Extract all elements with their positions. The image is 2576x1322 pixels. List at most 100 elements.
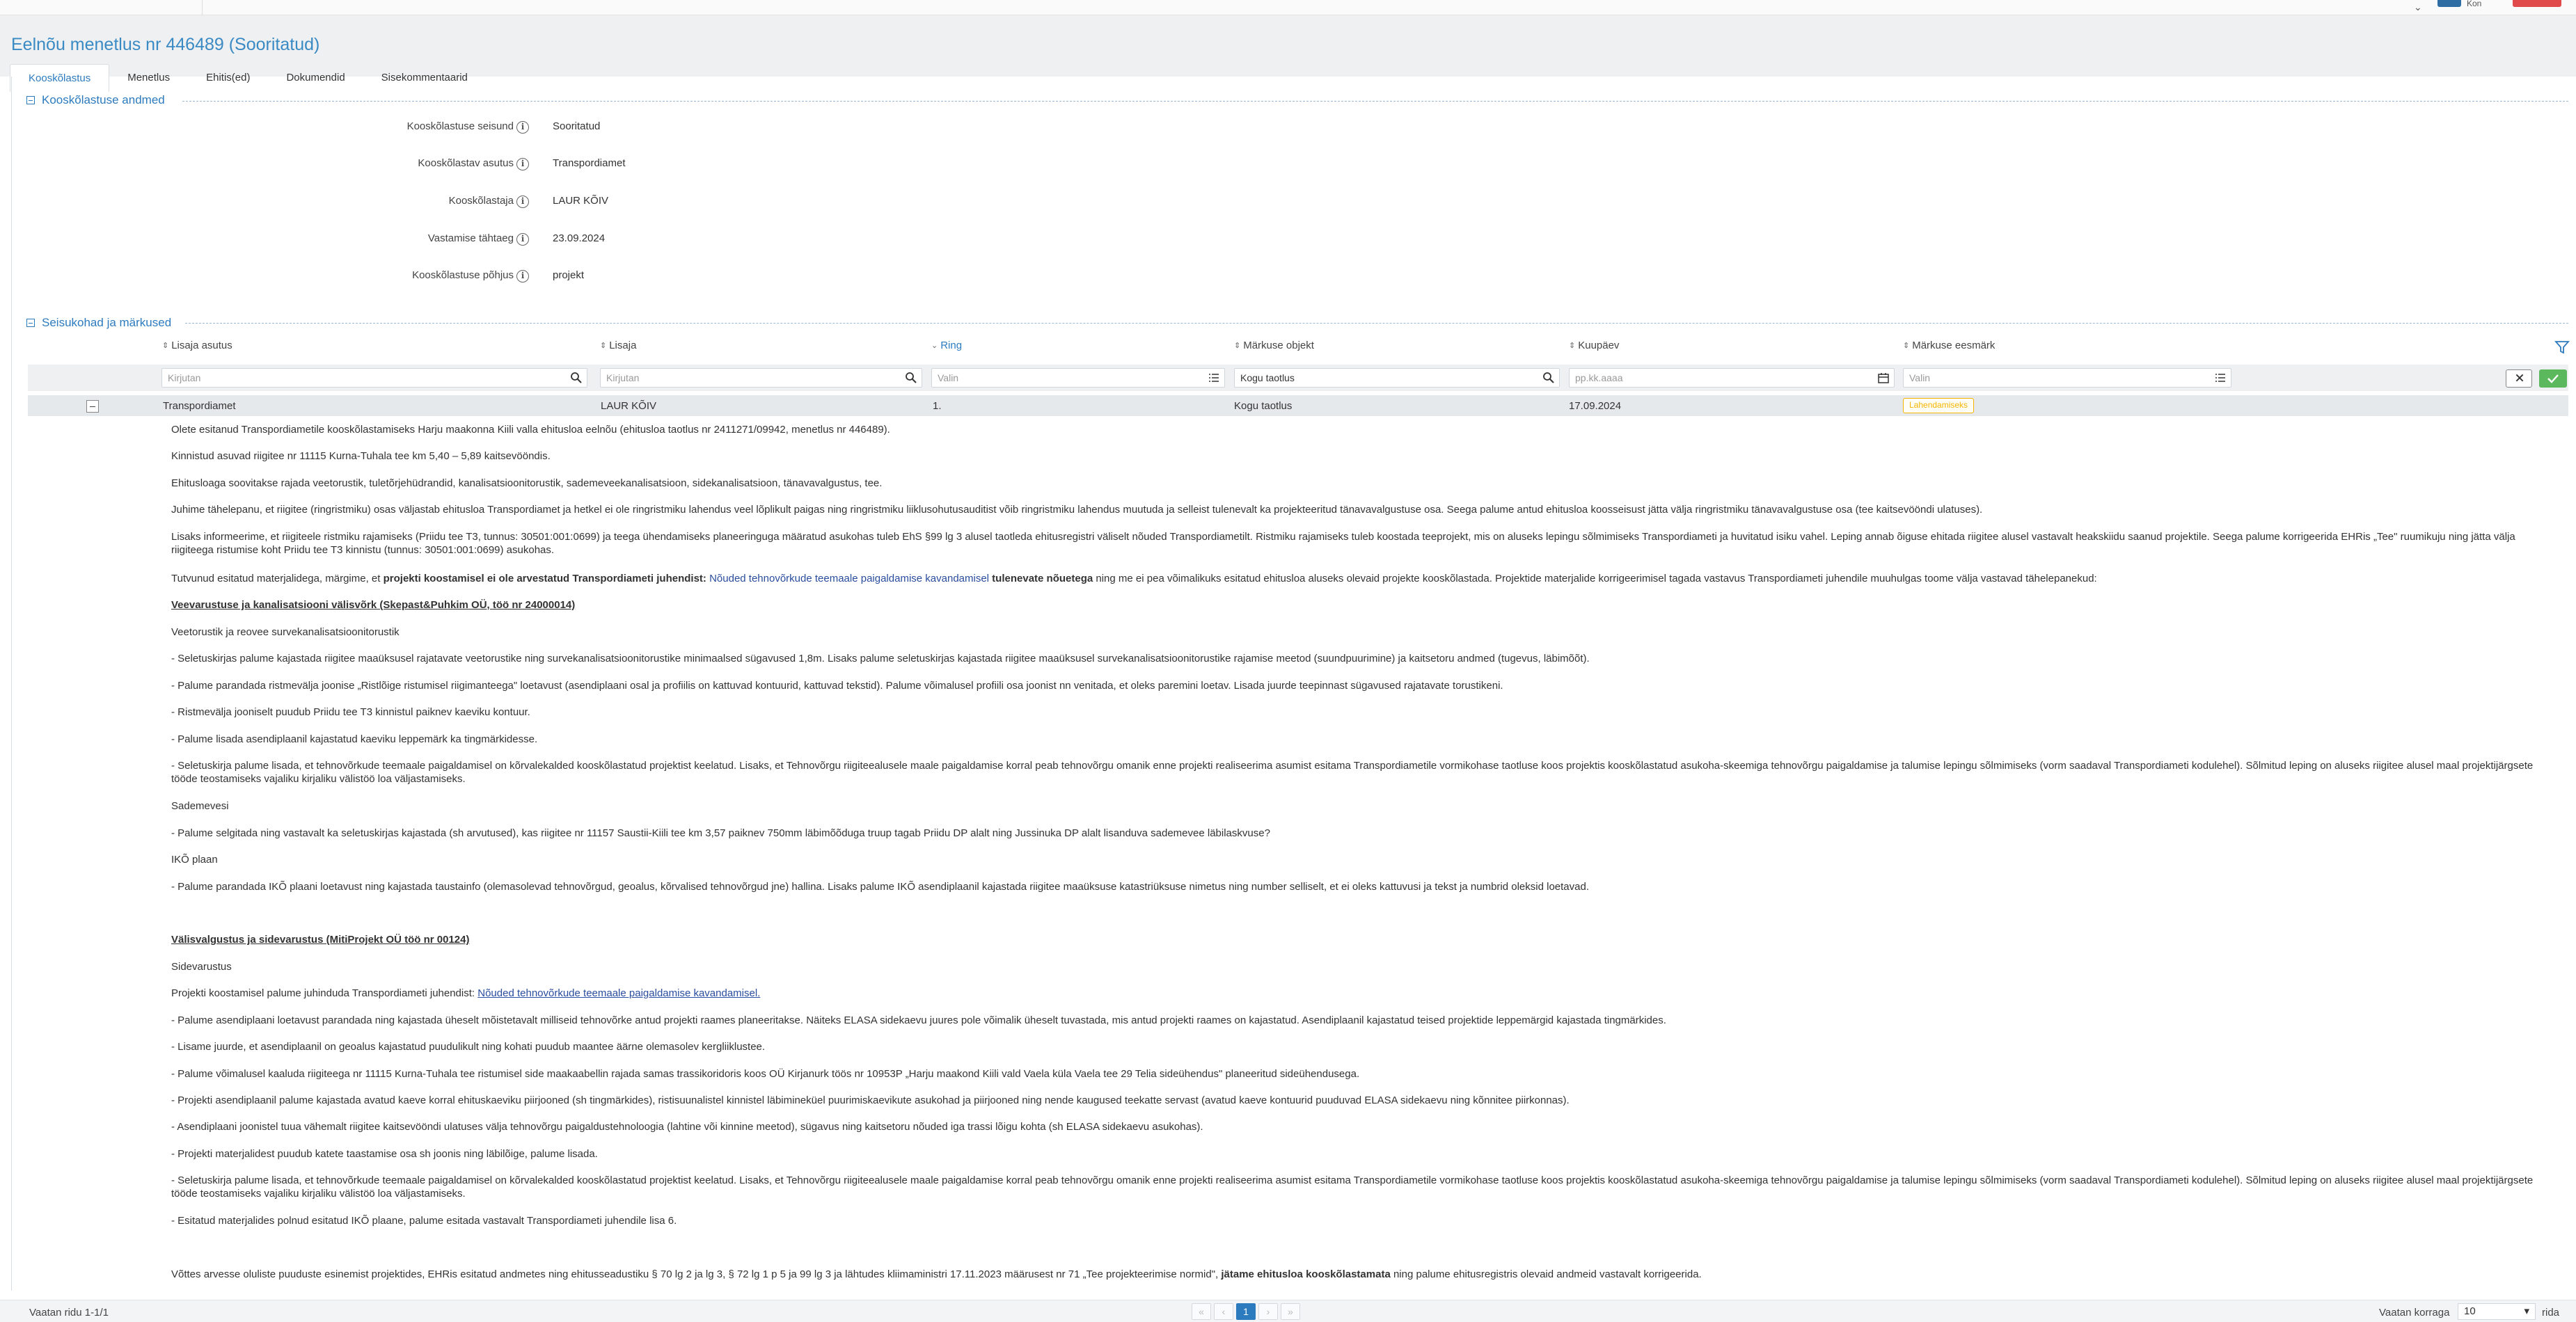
tab-menetlus[interactable]: Menetlus	[109, 64, 188, 92]
filter-lisaja-asutus-input[interactable]: Kirjutan	[161, 368, 587, 388]
comment-bullet: - Palume asendiplaani loetavust parandad…	[171, 1014, 1666, 1026]
comment-bullet: - Palume võimalusel kaaluda riigiteega n…	[171, 1068, 1360, 1080]
column-kuupaev[interactable]: ⇕ Kuupäev	[1569, 340, 1619, 351]
per-page-unit: rida	[2542, 1307, 2560, 1319]
section-divider	[182, 101, 2568, 102]
sort-icon: ⇕	[162, 341, 169, 350]
comment-conclusion: Võttes arvesse oluliste puuduste esinemi…	[171, 1268, 1702, 1280]
logout-button[interactable]	[2513, 0, 2561, 7]
tab-dokumendid[interactable]: Dokumendid	[268, 64, 363, 92]
field-kooskolastuse-seisund: Kooskõlastuse seisund i Sooritatud	[0, 120, 1114, 137]
language-dropdown-icon[interactable]: ⌄	[2414, 1, 2422, 13]
field-label: Kooskõlastaja	[448, 195, 514, 207]
tab-ehitised[interactable]: Ehitis(ed)	[188, 64, 268, 92]
check-icon	[2547, 374, 2559, 383]
field-label: Kooskõlastuse põhjus	[412, 269, 514, 281]
filter-ring-select[interactable]: Valin	[931, 368, 1225, 388]
close-icon	[2515, 374, 2524, 382]
cell-asutus: Transpordiamet	[163, 400, 236, 412]
field-kooskolastuse-pohjus: Kooskõlastuse põhjus i projekt	[0, 269, 1114, 286]
filter-markuse-eesmark-select[interactable]: Valin	[1903, 368, 2231, 388]
comment-bullet: - Seletuskirjas palume kajastada riigite…	[171, 653, 1590, 664]
comment-bullet: - Projekti asendiplaanil palume kajastad…	[171, 1094, 1570, 1106]
content-left-border	[11, 77, 12, 1291]
filter-row: Kirjutan Kirjutan Valin Kogu taotlus pp.…	[28, 365, 2568, 391]
calendar-icon[interactable]	[1877, 372, 1890, 384]
user-menu-label[interactable]: Kon	[2467, 0, 2481, 8]
column-markuse-eesmark[interactable]: ⇕ Märkuse eesmärk	[1903, 340, 1995, 351]
list-icon[interactable]	[1208, 372, 1220, 384]
row-collapse-button[interactable]	[86, 400, 99, 413]
table-row[interactable]: Transpordiamet LAUR KÕIV 1. Kogu taotlus…	[28, 395, 2568, 416]
cell-objekt: Kogu taotlus	[1234, 400, 1293, 412]
comment-paragraph: Olete esitanud Transpordiametile kooskõl…	[171, 424, 890, 436]
field-value: projekt	[553, 269, 585, 281]
field-value: 23.09.2024	[553, 232, 606, 244]
per-page-select[interactable]: 10	[2458, 1303, 2536, 1320]
filter-icon[interactable]	[2554, 340, 2570, 355]
filter-markuse-objekt-input[interactable]: Kogu taotlus	[1234, 368, 1560, 388]
pagination: « ‹ 1 › »	[1192, 1303, 1300, 1320]
next-page-button[interactable]: ›	[1258, 1303, 1278, 1320]
comment-subtitle: Veetorustik ja reovee survekanalisatsioo…	[171, 626, 400, 638]
info-icon[interactable]: i	[516, 121, 529, 134]
info-icon[interactable]: i	[516, 158, 529, 170]
comment-bullet: - Palume parandada ristmevälja joonise „…	[171, 680, 1503, 692]
collapse-icon[interactable]	[26, 319, 35, 327]
cell-ring: 1.	[933, 400, 942, 412]
column-lisaja[interactable]: ⇕ Lisaja	[600, 340, 636, 351]
comment-bullet: - Palume parandada IKÕ plaani loetavust …	[171, 881, 1589, 893]
column-markuse-objekt[interactable]: ⇕ Märkuse objekt	[1234, 340, 1314, 351]
info-icon[interactable]: i	[516, 196, 529, 208]
cell-kuupaev: 17.09.2024	[1569, 400, 1622, 412]
sort-icon: ⇕	[1569, 341, 1576, 350]
section-title: Kooskõlastuse andmed	[42, 93, 165, 106]
comment-subtitle: Sademevesi	[171, 800, 229, 812]
field-vastamise-tahtaeg: Vastamise tähtaeg i 23.09.2024	[0, 232, 1114, 249]
first-page-button[interactable]: «	[1192, 1303, 1211, 1320]
filter-kuupaev-input[interactable]: pp.kk.aaaa	[1569, 368, 1895, 388]
list-icon[interactable]	[2214, 372, 2227, 384]
sort-desc-icon: ⌄	[931, 341, 938, 350]
section-title: Seisukohad ja märkused	[42, 316, 172, 329]
collapse-icon[interactable]	[26, 96, 35, 104]
tab-sisekommentaarid[interactable]: Sisekommentaarid	[363, 64, 486, 92]
section-divider	[185, 323, 2568, 324]
last-page-button[interactable]: »	[1281, 1303, 1300, 1320]
tab-kooskolastus[interactable]: Kooskõlastus	[10, 64, 110, 92]
section-kooskolastuse-andmed-header[interactable]: Kooskõlastuse andmed	[26, 92, 165, 109]
filter-lisaja-input[interactable]: Kirjutan	[600, 368, 922, 388]
user-badge[interactable]	[2437, 0, 2461, 7]
search-icon[interactable]	[905, 372, 917, 384]
clear-filters-button[interactable]	[2506, 369, 2532, 388]
table-header: ⇕ Lisaja asutus ⇕ Lisaja ⌄ Ring ⇕ Märkuse ob…	[28, 340, 2570, 358]
prev-page-button[interactable]: ‹	[1214, 1303, 1233, 1320]
comment-paragraph: Kinnistud asuvad riigitee nr 11115 Kurna…	[171, 450, 551, 462]
section-seisukohad-header[interactable]: Seisukohad ja märkused	[26, 314, 171, 331]
field-value: LAUR KÕIV	[553, 195, 609, 207]
guideline-link[interactable]: Nõuded tehnovõrkude teemaale paigaldamis…	[477, 987, 760, 999]
field-label: Kooskõlastuse seisund	[406, 120, 514, 132]
comment-subtitle: Sidevarustus	[171, 961, 232, 973]
subsection-heading: Välisvalgustus ja sidevarustus (MitiProj…	[171, 934, 470, 946]
comment-bullet: - Ristmevälja jooniselt puudub Priidu te…	[171, 706, 530, 718]
per-page-label: Vaatan korraga	[2379, 1307, 2450, 1319]
comment-subtitle: IKÕ plaan	[171, 854, 218, 866]
field-value: Sooritatud	[553, 120, 601, 132]
search-icon[interactable]	[570, 372, 583, 384]
comment-bullet: - Lisame juurde, et asendiplaanil on geo…	[171, 1041, 766, 1053]
tab-bar: Kooskõlastus Menetlus Ehitis(ed) Dokumen…	[10, 64, 486, 92]
apply-filters-button[interactable]	[2539, 369, 2567, 388]
guideline-link[interactable]: Nõuded tehnovõrkude teemaale paigaldamis…	[709, 573, 989, 584]
column-ring[interactable]: ⌄ Ring	[931, 340, 962, 351]
comment-bullet: - Seletuskirja palume lisada, et tehnovõ…	[171, 760, 2534, 785]
field-kooskolastaja: Kooskõlastaja i LAUR KÕIV	[0, 195, 1114, 212]
current-page-button[interactable]: 1	[1236, 1303, 1256, 1320]
top-bar: ⌄ Kon	[0, 0, 2576, 15]
search-icon[interactable]	[1542, 372, 1555, 384]
column-lisaja-asutus[interactable]: ⇕ Lisaja asutus	[162, 340, 232, 351]
info-icon[interactable]: i	[516, 233, 529, 246]
info-icon[interactable]: i	[516, 270, 529, 282]
comment-bullet: - Esitatud materjalides polnud esitatud …	[171, 1215, 677, 1227]
sort-icon: ⇕	[1234, 341, 1241, 350]
